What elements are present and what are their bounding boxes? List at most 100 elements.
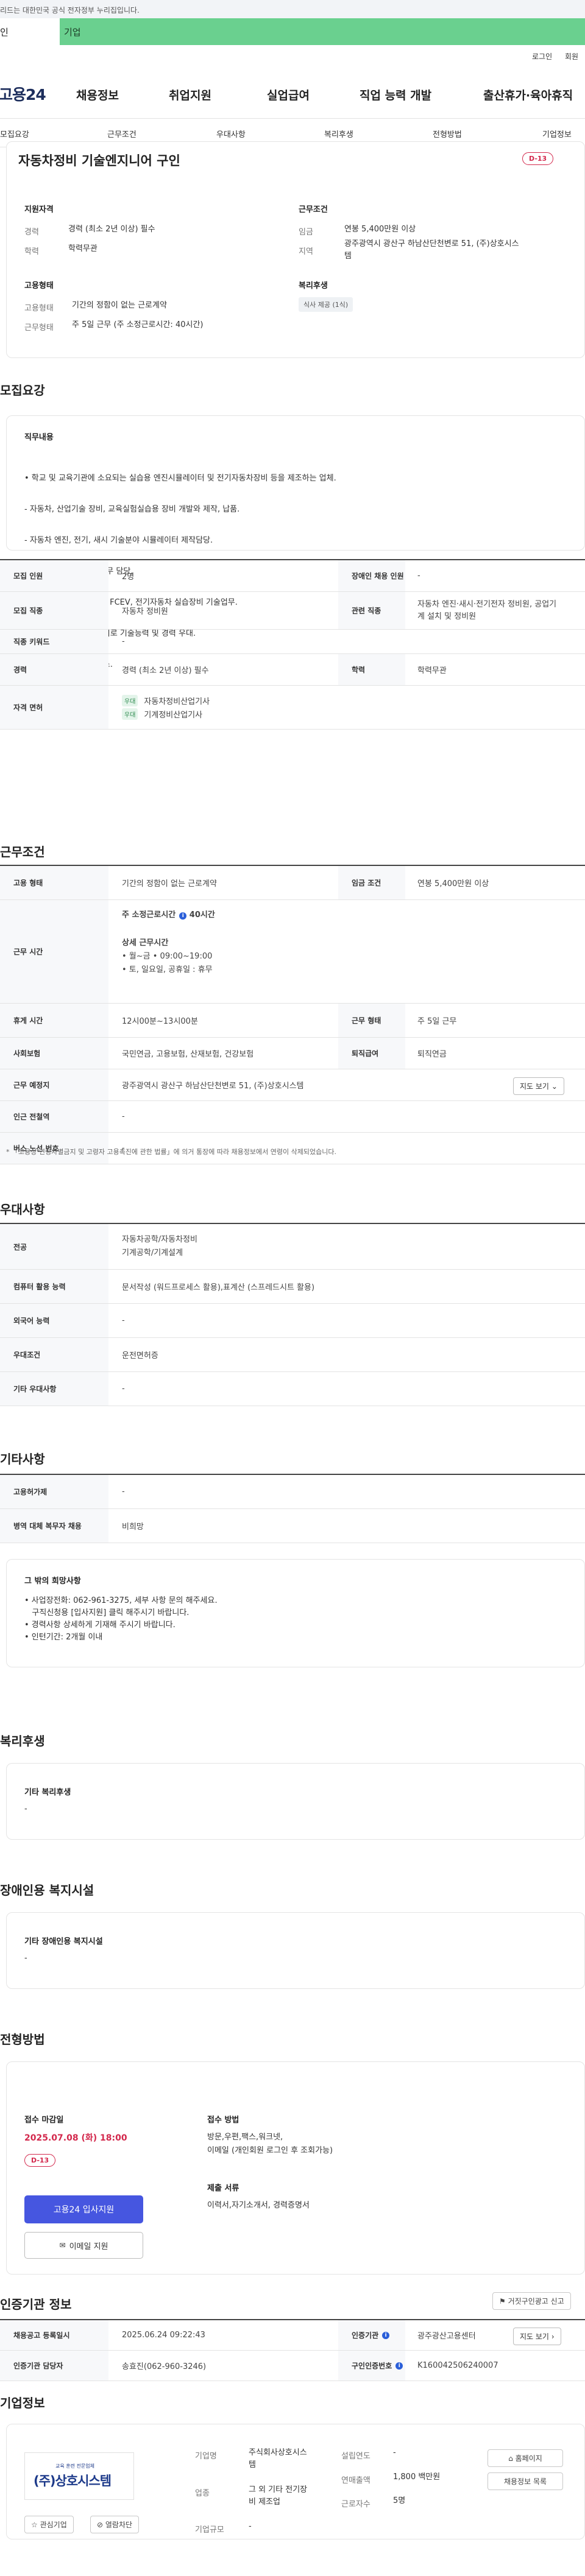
related-job-line-2: 계 설치 및 정비원: [417, 611, 477, 621]
tab-personal[interactable]: 인: [0, 18, 60, 45]
sales-label: 연매출액: [341, 2476, 370, 2485]
table-row: 직종 키워드 -: [0, 630, 585, 654]
map-button[interactable]: 지도 보기 ⌄: [513, 1077, 564, 1095]
company-logo: 교육 훈련 전문업체 (주)상호시스템: [24, 2452, 134, 2500]
table-row: 기타 우대사항 -: [0, 1372, 585, 1406]
site-logo[interactable]: 고용24: [0, 83, 46, 105]
table-row: 고용 형태 기간의 정함이 없는 근로계약 임금 조건 연봉 5,400만원 이…: [0, 866, 585, 900]
job-type-label: 모집 직종: [0, 592, 108, 629]
docs-value: 이력서,자기소개서, 경력증명서: [207, 2201, 310, 2210]
conditions-table: 고용 형태 기간의 정함이 없는 근로계약 임금 조건 연봉 5,400만원 이…: [0, 865, 585, 1164]
deadline-heading: 접수 마감일: [24, 2116, 64, 2125]
interest-company-button[interactable]: ☆ 관심기업: [24, 2516, 74, 2533]
industry-label: 업종: [195, 2489, 210, 2498]
staff-value: 5명: [393, 2496, 406, 2505]
gnb-parental-leave[interactable]: 출산휴가·육아휴직: [483, 86, 573, 103]
subnav-recruit[interactable]: 모집요강: [0, 128, 29, 139]
license-name: 자동차정비산업기사: [144, 697, 210, 706]
emp-type-label: 고용 형태: [0, 866, 108, 899]
list-item: • 인턴기간: 2개월 이내: [24, 1633, 103, 1642]
disabled-box: 기타 장애인용 복지시설 -: [6, 1912, 585, 1989]
hours-main-label: 주 소정근로시간: [122, 910, 176, 920]
staff-label: 근로자수: [341, 2500, 370, 2509]
edu-label: 학력: [338, 654, 405, 685]
gnb-skill-development[interactable]: 직업 능력 개발: [360, 86, 431, 103]
certify-title: 인증기관 정보: [0, 2297, 72, 2312]
email-apply-button[interactable]: ✉ 이메일 지원: [24, 2232, 143, 2259]
license-list: 우대 자동차정비산업기사 우대 기계정비산업기사: [122, 686, 210, 729]
keyword-label: 직종 키워드: [0, 630, 108, 653]
block-label: 열람차단: [105, 2521, 133, 2529]
company-logo-name: (주)상호시스템: [34, 2474, 112, 2488]
manager-value: 송효진(062-960-3246): [122, 2362, 207, 2371]
welfare-chip: 식사 제공 (1식): [299, 297, 353, 312]
duty-heading: 직무내용: [24, 433, 54, 442]
insurance-label: 사회보험: [0, 1038, 108, 1069]
cert-map-label: 지도 보기: [520, 2332, 549, 2341]
size-label: 기업규모: [195, 2525, 224, 2535]
headcount-value: 2명: [122, 572, 135, 582]
subnav-welfare[interactable]: 복리후생: [324, 128, 353, 139]
gnb-unemployment-benefit[interactable]: 실업급여: [267, 86, 310, 103]
table-row: 경력 경력 (최소 2년 이상) 필수 학력 학력무관: [0, 654, 585, 686]
company-title: 기업정보: [0, 2396, 45, 2410]
table-row: 모집 직종 자동차 정비원 관련 직종 자동차 엔진·새시·전기전자 정비원, …: [0, 592, 585, 630]
duty-line: - 자동차, 산업기술 장비, 교육실험실습용 장비 개발와 제작, 납품.: [24, 505, 240, 514]
subnav-company[interactable]: 기업정보: [542, 128, 572, 139]
major-value: 자동차공학/자동차정비 기계공학/기계설계: [122, 1224, 197, 1269]
subnav-prefer[interactable]: 우대사항: [216, 128, 246, 139]
info-icon[interactable]: i: [382, 2331, 390, 2339]
cert-num-label: 구인인증번호 i: [338, 2351, 405, 2381]
list-item: • 사업장전화: 062-961-3275, 세부 사항 문의 해주세요.: [24, 1596, 218, 1605]
region-value-2: 템: [344, 252, 352, 261]
gnb-job-info[interactable]: 채용정보: [76, 86, 119, 103]
homepage-button[interactable]: ⌂ 홈페이지: [488, 2449, 563, 2467]
map-button-label: 지도 보기: [520, 1082, 549, 1091]
gnb-employment-support[interactable]: 취업지원: [169, 86, 211, 103]
method-line-2: 이메일 (개인회원 로그인 후 조회가능): [207, 2146, 333, 2155]
apply-button[interactable]: 고용24 입사지원: [24, 2195, 143, 2223]
subnav-conditions[interactable]: 근무조건: [107, 128, 136, 139]
worktype-value: 주 5일 근무 (주 소정근로시간: 40시간): [72, 320, 204, 329]
worktype-label: 근무형태: [24, 323, 54, 333]
major-line-2: 기계공학/기계설계: [122, 1248, 183, 1258]
report-fake-ad-button[interactable]: ⚑ 거짓구인광고 신고: [492, 2292, 571, 2310]
welfare-other-value: -: [24, 1804, 27, 1814]
join-link[interactable]: 회원: [565, 51, 578, 62]
license-name: 기계정비산업기사: [144, 711, 203, 720]
disabled-other-value: -: [24, 1954, 27, 1963]
dday-badge: D-13: [24, 2154, 56, 2167]
block-view-button[interactable]: ⊘ 열람차단: [90, 2516, 140, 2533]
job-list-button[interactable]: 채용정보 목록: [488, 2472, 563, 2490]
subway-label: 인근 전철역: [0, 1101, 108, 1132]
list-item: 우대 기계정비산업기사: [122, 708, 202, 721]
job-type-value: 자동차 정비원: [122, 607, 168, 616]
cert-org-label-text: 인증기관: [352, 2331, 379, 2340]
welfare-other-heading: 기타 복리후생: [24, 1788, 71, 1797]
prefer-other-label: 기타 우대사항: [0, 1372, 108, 1406]
edu-value: 학력무관: [68, 244, 98, 253]
gov-notice-bar: 리드는 대한민국 공식 전자정부 누리집입니다.: [0, 0, 585, 18]
founded-value: -: [393, 2448, 396, 2457]
list-item: 구직신청용 [입사지원] 클릭 해주시기 바랍니다.: [24, 1608, 190, 1617]
wage-value: 연봉 5,400만원 이상: [417, 879, 489, 889]
docs-heading: 제출 서류: [207, 2184, 239, 2193]
tab-business[interactable]: 기업: [64, 26, 81, 38]
military-value: 비희망: [122, 1522, 144, 1532]
gov-notice-text: 리드는 대한민국 공식 전자정부 누리집입니다.: [0, 6, 140, 15]
career-label: 경력: [24, 228, 39, 237]
cert-map-button[interactable]: 지도 보기 ›: [513, 2328, 561, 2345]
list-item: • 경력사항 상세하게 기재해 주시기 바랍니다.: [24, 1621, 176, 1630]
break-value: 12시00분~13시00분: [122, 1017, 198, 1026]
worktype-label: 근무 형태: [338, 1004, 405, 1037]
table-row: 인근 전철역 -: [0, 1101, 585, 1133]
deadline-value: 2025.07.08 (화) 18:00: [24, 2133, 127, 2143]
info-icon[interactable]: i: [179, 912, 187, 920]
career-value: 경력 (최소 2년 이상) 필수: [122, 666, 209, 675]
subnav-apply[interactable]: 전형방법: [433, 128, 462, 139]
table-row: 근무 시간 주 소정근로시간 i 40시간 상세 근무시간 • 월~금 • 09:…: [0, 900, 585, 1004]
cert-num-value: K160042506240007: [417, 2361, 498, 2370]
info-icon[interactable]: i: [395, 2362, 403, 2370]
login-link[interactable]: 로그인: [532, 51, 552, 62]
manager-label: 인증기관 담당자: [0, 2351, 108, 2381]
